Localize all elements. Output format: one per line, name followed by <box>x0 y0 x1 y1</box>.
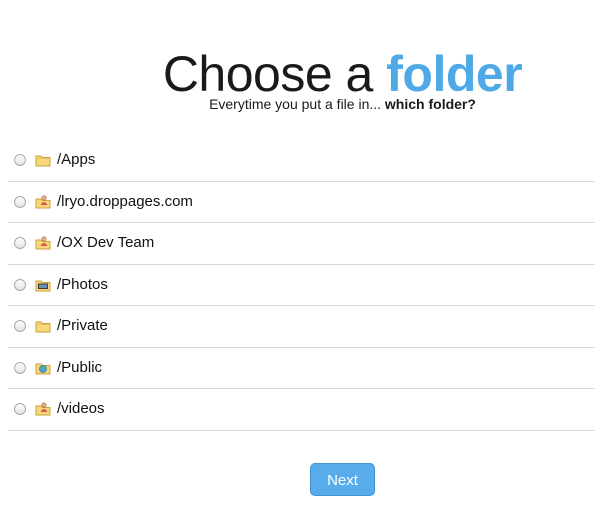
folder-label: /videos <box>57 400 105 418</box>
folder-icon <box>35 321 51 333</box>
folder-label: /OX Dev Team <box>57 234 155 252</box>
folder-option-videos[interactable]: /videos <box>8 389 595 431</box>
radio-button[interactable] <box>14 195 26 208</box>
folder-option-apps[interactable]: /Apps <box>8 140 595 182</box>
radio-button[interactable] <box>14 320 26 333</box>
folder-label: /Private <box>57 317 108 335</box>
folder-option-private[interactable]: /Private <box>8 306 595 348</box>
page-subtitle: Everytime you put a file in... which fol… <box>0 95 595 113</box>
title-accent: folder <box>386 45 523 102</box>
radio-button[interactable] <box>14 237 26 250</box>
radio-button[interactable] <box>14 278 26 291</box>
photos-folder-icon <box>35 280 51 292</box>
radio-button[interactable] <box>14 154 26 167</box>
folder-label: /Photos <box>57 275 108 293</box>
radio-button[interactable] <box>14 361 26 374</box>
title-text: Choose a <box>162 45 387 102</box>
folder-icon <box>35 155 51 167</box>
folder-label: /Apps <box>57 151 96 169</box>
folder-list: /Apps /lryo.droppages.com /OX Dev Team /… <box>8 140 595 431</box>
shared-folder-icon <box>35 402 51 416</box>
folder-label: /Public <box>57 358 103 376</box>
shared-folder-icon <box>35 195 51 209</box>
subtitle-emphasis: which folder? <box>384 96 476 112</box>
folder-option-public[interactable]: /Public <box>8 348 595 389</box>
folder-option-lryo-droppages[interactable]: /lryo.droppages.com <box>8 182 595 223</box>
public-folder-icon <box>35 363 51 375</box>
subtitle-text: Everytime you put a file in... <box>209 96 385 112</box>
next-button[interactable]: Next <box>310 463 375 496</box>
folder-label: /lryo.droppages.com <box>57 192 193 210</box>
folder-option-ox-dev-team[interactable]: /OX Dev Team <box>8 223 595 265</box>
folder-option-photos[interactable]: /Photos <box>8 265 595 306</box>
radio-button[interactable] <box>14 403 26 416</box>
shared-folder-icon <box>35 236 51 250</box>
